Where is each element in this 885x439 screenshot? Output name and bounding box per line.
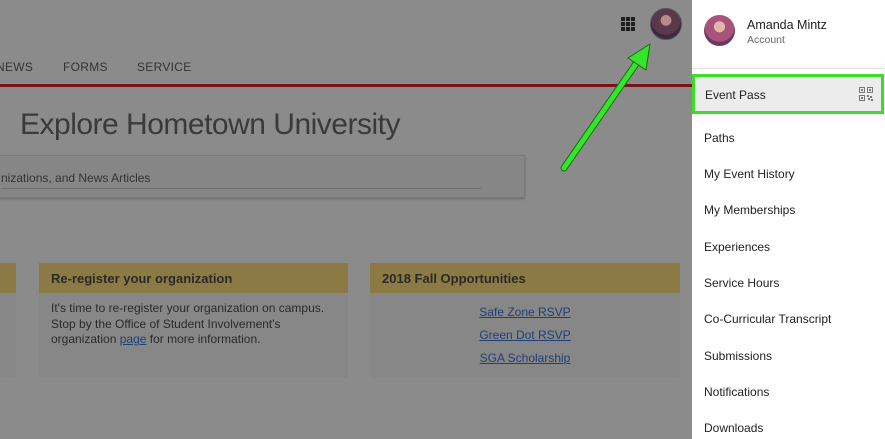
safe-zone-link[interactable]: Safe Zone RSVP — [370, 301, 680, 324]
menu-divider — [692, 68, 885, 69]
page-link[interactable]: page — [120, 332, 147, 346]
search-placeholder: nizations, and News Articles — [1, 171, 151, 185]
annotation-arrow-icon — [560, 42, 651, 172]
avatar — [704, 15, 735, 46]
card-title: 2018 Fall Opportunities — [370, 263, 680, 293]
reregister-card: Re-register your organization It's time … — [39, 263, 348, 378]
account-menu: Amanda Mintz Account Event Pass Paths My… — [692, 0, 885, 439]
nav-item-news[interactable]: NEWS — [0, 60, 33, 74]
search-input[interactable]: nizations, and News Articles — [0, 155, 525, 198]
nav-item-forms[interactable]: FORMS — [63, 60, 108, 74]
account-header[interactable]: Amanda Mintz Account — [692, 0, 885, 62]
card-title: Re-register your organization — [39, 263, 348, 293]
menu-item-memberships[interactable]: My Memberships — [704, 203, 795, 217]
background-page: NEWS FORMS SERVICE Explore Hometown Univ… — [0, 0, 692, 439]
menu-item-paths[interactable]: Paths — [704, 131, 735, 145]
menu-item-transcript[interactable]: Co-Curricular Transcript — [704, 312, 831, 326]
sga-scholarship-link[interactable]: SGA Scholarship — [370, 347, 680, 370]
opportunities-card: 2018 Fall Opportunities Safe Zone RSVP G… — [370, 263, 680, 378]
user-name: Amanda Mintz — [747, 18, 827, 32]
card-partial — [0, 263, 16, 378]
apps-grid-icon[interactable] — [621, 17, 635, 31]
green-dot-link[interactable]: Green Dot RSVP — [370, 324, 680, 347]
menu-item-notifications[interactable]: Notifications — [704, 385, 769, 399]
menu-item-service-hours[interactable]: Service Hours — [704, 276, 779, 290]
menu-item-event-history[interactable]: My Event History — [704, 167, 795, 181]
card-text-end: for more information. — [146, 332, 261, 346]
menu-item-submissions[interactable]: Submissions — [704, 349, 772, 363]
card-header — [0, 263, 16, 293]
menu-item-event-pass[interactable]: Event Pass — [692, 74, 884, 114]
opportunity-links: Safe Zone RSVP Green Dot RSVP SGA Schola… — [370, 293, 680, 370]
menu-item-experiences[interactable]: Experiences — [704, 240, 770, 254]
user-avatar[interactable] — [650, 8, 682, 40]
menu-item-downloads[interactable]: Downloads — [704, 421, 763, 435]
card-body: It's time to re-register your organizati… — [39, 293, 348, 356]
account-label: Account — [747, 34, 785, 46]
search-underline — [1, 188, 481, 189]
page-title: Explore Hometown University — [20, 108, 400, 141]
nav-item-service[interactable]: SERVICE — [137, 60, 192, 74]
event-pass-label: Event Pass — [705, 88, 766, 102]
qr-code-icon — [859, 87, 873, 101]
